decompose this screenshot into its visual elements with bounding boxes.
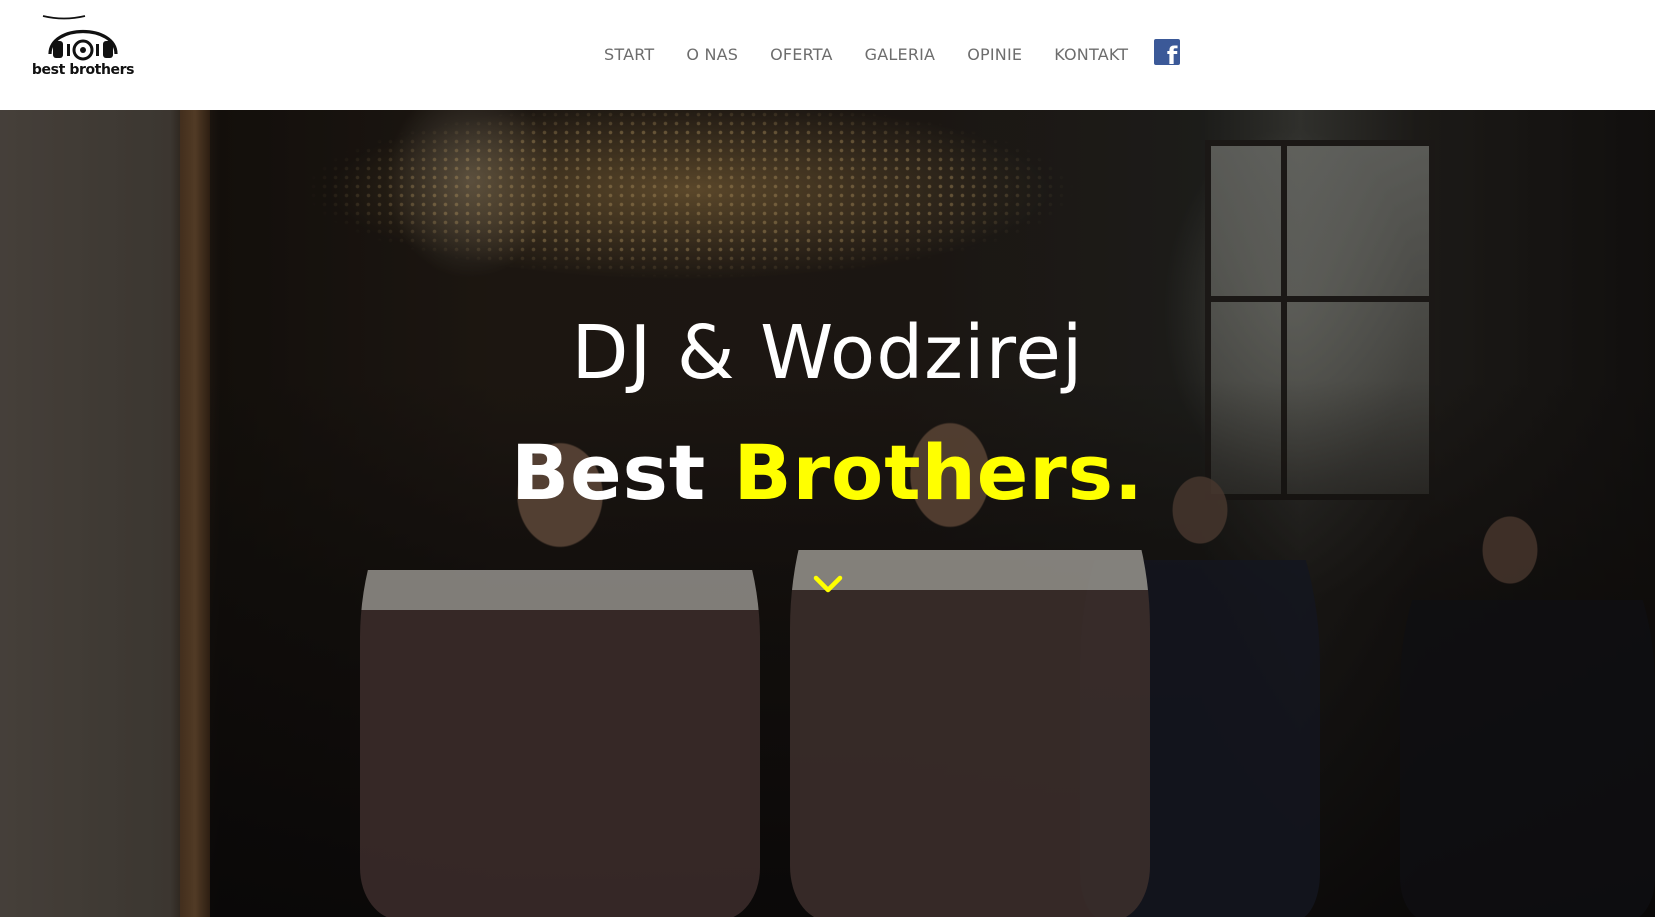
logo[interactable]: best brothers (24, 14, 142, 90)
hero-section: DJ & Wodzirej Best Brothers. (0, 110, 1655, 917)
nav-item-opinie[interactable]: OPINIE (967, 45, 1022, 64)
main-nav: START O NAS OFERTA GALERIA OPINIE KONTAK… (604, 39, 1181, 68)
nav-item-oferta[interactable]: OFERTA (770, 45, 833, 64)
logo-underline (42, 15, 86, 20)
hero-title: DJ & Wodzirej (571, 310, 1084, 396)
hero-subtitle-main: Best (511, 428, 734, 517)
facebook-icon[interactable]: f (1154, 39, 1181, 68)
nav-item-kontakt[interactable]: KONTAKT (1054, 45, 1128, 64)
hero-subtitle-accent: Brothers. (733, 428, 1144, 517)
chevron-down-icon[interactable] (808, 572, 848, 598)
headphones-icon (48, 29, 118, 61)
hero-subtitle: Best Brothers. (0, 428, 1655, 517)
nav-item-o-nas[interactable]: O NAS (686, 45, 738, 64)
site-header: best brothers START O NAS OFERTA GALERIA… (0, 0, 1655, 110)
nav-item-start[interactable]: START (604, 45, 654, 64)
logo-text: best brothers (31, 62, 135, 78)
nav-item-galeria[interactable]: GALERIA (865, 45, 936, 64)
